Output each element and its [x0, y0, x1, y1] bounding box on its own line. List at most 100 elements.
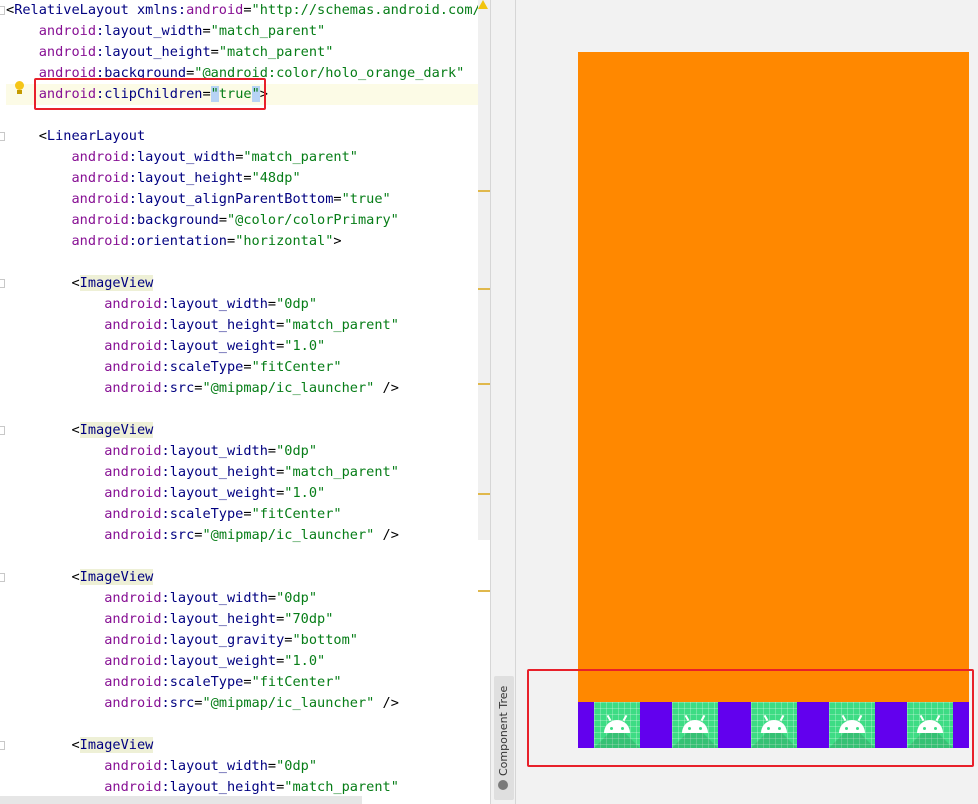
code-token: "1.0"	[284, 653, 326, 669]
code-line[interactable]: android:layout_alignParentBottom="true"	[6, 189, 490, 210]
code-line[interactable]: android:background="@color/colorPrimary"	[6, 210, 490, 231]
code-token: scaleType	[169, 674, 244, 690]
code-line[interactable]: android:src="@mipmap/ic_launcher" />	[6, 378, 490, 399]
code-line[interactable]: android:layout_height="match_parent"	[6, 777, 490, 798]
code-token: =	[267, 590, 277, 606]
code-line[interactable]: android:src="@mipmap/ic_launcher" />	[6, 693, 490, 714]
code-token: layout_height	[169, 611, 277, 627]
code-token: />	[374, 380, 399, 396]
code-token: :	[161, 527, 170, 543]
code-token: :	[128, 149, 137, 165]
code-line[interactable]: android:layout_height="70dp"	[6, 609, 490, 630]
code-token: "@color/colorPrimary"	[227, 212, 399, 228]
fold-icon[interactable]	[0, 132, 5, 141]
code-token: ImageView	[79, 569, 154, 585]
code-token: scaleType	[169, 359, 244, 375]
code-line[interactable]: android:src="@mipmap/ic_launcher" />	[6, 525, 490, 546]
code-token: android	[104, 338, 162, 354]
code-token: "horizontal"	[235, 233, 334, 249]
warning-stripe-marker[interactable]	[478, 383, 490, 385]
code-line[interactable]	[6, 546, 490, 567]
code-token: :	[161, 359, 170, 375]
code-line[interactable]: android:orientation="horizontal">	[6, 231, 490, 252]
code-token: =	[243, 359, 252, 375]
lightbulb-icon[interactable]	[14, 81, 24, 95]
code-line[interactable]: <ImageView	[6, 567, 490, 588]
code-token: layout_width	[136, 149, 236, 165]
code-line[interactable]: android:layout_height="48dp"	[6, 168, 490, 189]
code-token: android	[104, 779, 162, 795]
code-token: "0dp"	[276, 758, 318, 774]
code-line[interactable]: <RelativeLayout xmlns:android="http://sc…	[6, 0, 490, 21]
code-line[interactable]: android:layout_height="match_parent"	[6, 315, 490, 336]
code-line[interactable]: android:layout_height="match_parent"	[6, 462, 490, 483]
highlight-box-clipchildren	[34, 78, 266, 110]
code-line[interactable]: android:layout_weight="1.0"	[6, 651, 490, 672]
code-editor[interactable]: <RelativeLayout xmlns:android="http://sc…	[0, 0, 490, 804]
highlight-box-bottom-bar	[527, 669, 974, 767]
code-token: :	[177, 2, 187, 18]
code-line[interactable]	[6, 714, 490, 735]
code-line[interactable]: android:layout_width="0dp"	[6, 756, 490, 777]
warning-stripe-marker[interactable]	[478, 288, 490, 290]
code-line[interactable]: <ImageView	[6, 735, 490, 756]
code-line[interactable]: <LinearLayout	[6, 126, 490, 147]
code-token: layout_height	[169, 464, 277, 480]
code-line[interactable]: android:layout_width="0dp"	[6, 441, 490, 462]
code-token: background	[136, 212, 219, 228]
code-line[interactable]: android:layout_width="0dp"	[6, 588, 490, 609]
warning-stripe-marker[interactable]	[478, 590, 490, 592]
code-token: "bottom"	[292, 632, 358, 648]
code-token: "match_parent"	[284, 779, 399, 795]
code-token: android	[71, 233, 129, 249]
code-token: :	[128, 170, 137, 186]
code-token: <	[6, 275, 80, 291]
code-line[interactable]: android:scaleType="fitCenter"	[6, 357, 490, 378]
fold-icon[interactable]	[0, 573, 5, 582]
code-line[interactable]: android:layout_weight="1.0"	[6, 483, 490, 504]
code-line[interactable]: android:layout_weight="1.0"	[6, 336, 490, 357]
code-line[interactable]: android:layout_width="match_parent"	[6, 21, 490, 42]
code-line[interactable]: android:scaleType="fitCenter"	[6, 504, 490, 525]
code-token: :	[161, 317, 170, 333]
code-token: android	[186, 2, 244, 18]
code-line[interactable]: android:layout_width="0dp"	[6, 294, 490, 315]
fold-icon[interactable]	[0, 279, 5, 288]
fold-icon[interactable]	[0, 741, 5, 750]
code-token: layout_width	[104, 23, 203, 39]
relative-layout-preview[interactable]	[578, 52, 969, 748]
warning-stripe-marker[interactable]	[478, 190, 490, 192]
warning-stripe-marker[interactable]	[478, 493, 490, 495]
fold-icon[interactable]	[0, 6, 5, 15]
code-token: :	[161, 443, 170, 459]
code-line[interactable]	[6, 399, 490, 420]
horizontal-scrollbar[interactable]	[0, 796, 362, 804]
code-line[interactable]: android:scaleType="fitCenter"	[6, 672, 490, 693]
code-token: =	[227, 233, 236, 249]
code-token: =	[243, 170, 252, 186]
code-line[interactable]: android:layout_width="match_parent"	[6, 147, 490, 168]
code-token: "@mipmap/ic_launcher"	[202, 695, 375, 711]
code-token: =	[267, 296, 277, 312]
code-token: =	[243, 506, 252, 522]
code-line[interactable]: android:layout_gravity="bottom"	[6, 630, 490, 651]
fold-icon[interactable]	[0, 426, 5, 435]
code-token: <	[6, 737, 80, 753]
code-line[interactable]: <ImageView	[6, 420, 490, 441]
code-token: android	[104, 653, 162, 669]
code-token: layout_weight	[169, 485, 277, 501]
code-line[interactable]	[6, 252, 490, 273]
code-line[interactable]: <ImageView	[6, 273, 490, 294]
code-line[interactable]: android:layout_height="match_parent"	[6, 42, 490, 63]
component-tree-tab-label[interactable]: Component Tree	[496, 680, 512, 790]
